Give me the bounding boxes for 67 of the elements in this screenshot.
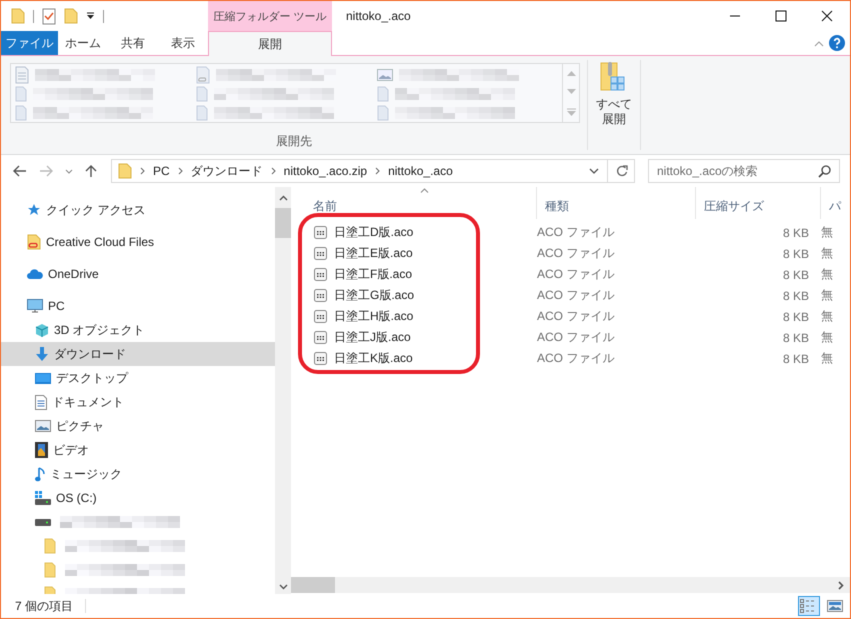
table-cell-text: 8 KB — [782, 352, 810, 366]
table-cell: 無 — [821, 245, 833, 262]
search-field[interactable]: nittoko_.acoの検索 — [648, 159, 840, 183]
sidebar-item[interactable]: PC — [1, 294, 275, 318]
sidebar-item[interactable]: ダウンロード — [1, 342, 275, 366]
table-cell-text: 8 KB — [782, 246, 810, 260]
table-cell: 無 — [821, 266, 833, 283]
context-tab-header: 圧縮フォルダー ツール — [208, 1, 332, 31]
table-cell: 無 — [821, 224, 833, 241]
file-name-cell[interactable]: 日塗工D版.aco — [311, 224, 537, 241]
ribbon-tab[interactable]: 展開 — [208, 31, 332, 56]
breadcrumb-item[interactable]: ダウンロード — [190, 162, 263, 180]
table-cell-text: 8 KB — [782, 268, 810, 282]
window-title: nittoko_.aco — [346, 9, 411, 23]
sidebar-item[interactable]: Creative Cloud Files — [1, 230, 275, 254]
group-label: 展開先 — [276, 133, 312, 150]
file-name: 日塗工D版.aco — [334, 224, 414, 241]
table-cell: 無 — [821, 308, 833, 325]
table-cell-text: ACO ファイル — [537, 287, 616, 304]
table-cell-text: ACO ファイル — [537, 224, 616, 241]
file-name: 日塗工K版.aco — [334, 350, 413, 367]
address-bar[interactable]: PC ダウンロード nittoko_.aco.zip nittoko_.aco — [111, 159, 635, 183]
table-cell-text: ACO ファイル — [537, 329, 616, 346]
column-header[interactable]: 圧縮サイズ — [696, 187, 821, 219]
table-cell-text: 8 KB — [782, 226, 810, 240]
table-cell-text: ACO ファイル — [537, 266, 616, 283]
table-cell-text: ACO ファイル — [537, 308, 616, 325]
breadcrumb-item[interactable]: nittoko_.aco.zip — [284, 164, 368, 178]
table-cell-text: 8 KB — [782, 310, 810, 324]
file-name-cell[interactable]: 日塗工G版.aco — [311, 287, 537, 304]
file-name: 日塗工G版.aco — [334, 287, 414, 304]
file-name: 日塗工J版.aco — [334, 329, 411, 346]
table-cell-text: 8 KB — [782, 288, 810, 302]
file-name-cell[interactable]: 日塗工H版.aco — [311, 308, 537, 325]
ribbon-tab[interactable]: ファイル — [1, 31, 58, 55]
column-header[interactable]: パ — [821, 187, 843, 219]
table-cell: 無 — [821, 287, 833, 304]
table-cell-text: ACO ファイル — [537, 350, 616, 367]
table-cell-text: 8 KB — [782, 330, 810, 344]
sidebar-item[interactable]: OS (C:) — [1, 486, 275, 510]
breadcrumb-item[interactable]: PC — [153, 164, 170, 178]
table-cell: 無 — [821, 329, 833, 346]
ribbon-tab[interactable]: ホーム — [58, 31, 108, 55]
sidebar-item[interactable]: ピクチャ — [1, 414, 275, 438]
item-count: 7 個の項目 — [15, 598, 74, 614]
file-name: 日塗工H版.aco — [334, 308, 414, 325]
table-cell: 無 — [821, 350, 833, 367]
file-name: 日塗工E版.aco — [334, 245, 413, 262]
sidebar-item[interactable]: デスクトップ — [1, 366, 275, 390]
table-cell-text: ACO ファイル — [537, 245, 616, 262]
ribbon-tab[interactable]: 表示 — [158, 31, 208, 55]
sidebar-item[interactable]: ドキュメント — [1, 390, 275, 414]
ribbon-tab[interactable]: 共有 — [108, 31, 158, 55]
column-header[interactable]: 種類 — [537, 187, 696, 219]
sidebar-item[interactable]: OneDrive — [1, 262, 275, 286]
file-name-cell[interactable]: 日塗工F版.aco — [311, 266, 537, 283]
sidebar-item[interactable]: ミュージック — [1, 462, 275, 486]
file-name-cell[interactable]: 日塗工K版.aco — [311, 350, 537, 367]
column-header[interactable]: 名前 — [305, 187, 537, 219]
extract-all-button[interactable]: すべて展開 — [588, 56, 640, 154]
breadcrumb-item[interactable]: nittoko_.aco — [388, 164, 453, 178]
file-name-cell[interactable]: 日塗工E版.aco — [311, 245, 537, 262]
sidebar-item[interactable]: 3D オブジェクト — [1, 318, 275, 342]
sidebar-item[interactable]: クイック アクセス — [1, 198, 275, 222]
file-name-cell[interactable]: 日塗工J版.aco — [311, 329, 537, 346]
file-name: 日塗工F版.aco — [334, 266, 412, 283]
sidebar-item[interactable]: ビデオ — [1, 438, 275, 462]
